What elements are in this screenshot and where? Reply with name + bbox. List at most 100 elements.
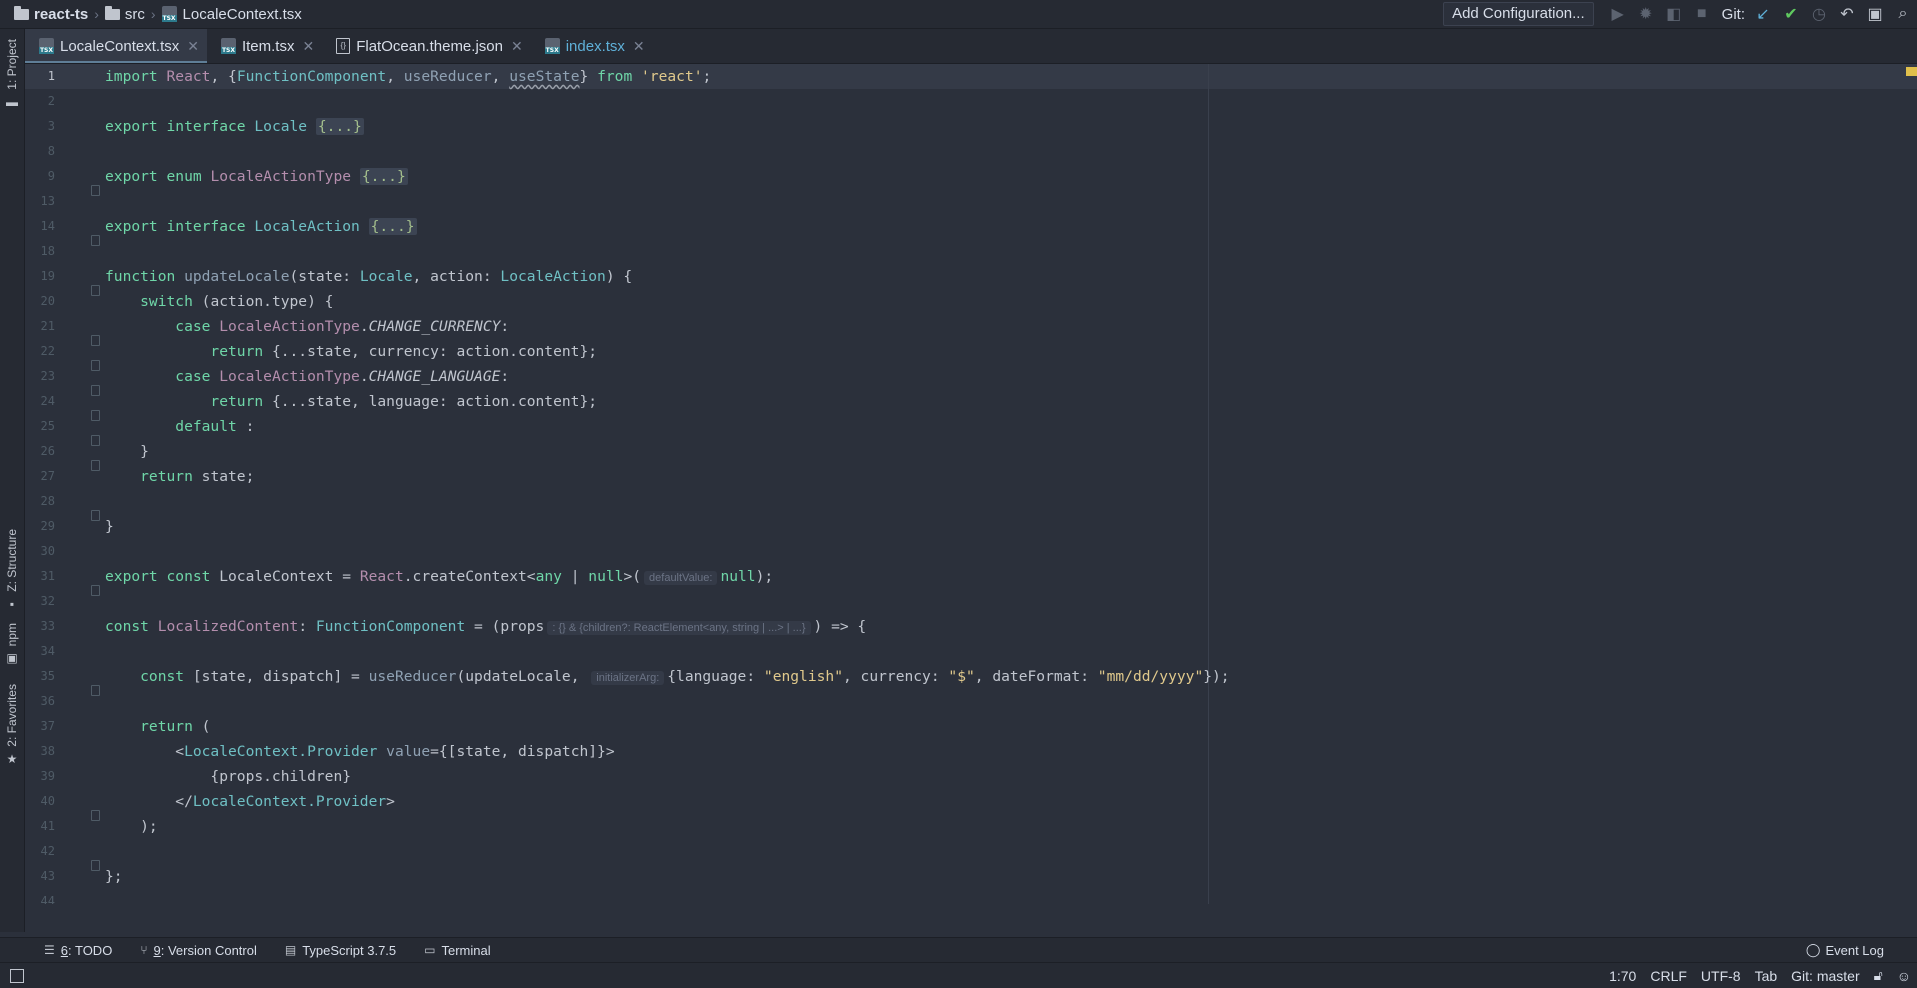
project-tab-label: 1: Project [5,39,19,90]
code-line: import React, {FunctionComponent, useRed… [105,68,712,85]
code-editor[interactable]: 1 2 3 8 9 13 14 18 19 20 21 22 23 24 25 … [25,64,1917,904]
line-number: 28 [40,494,55,508]
fold-toggle-icon[interactable] [91,860,100,871]
code-line: } [105,518,114,535]
caret-position[interactable]: 1:70 [1609,968,1636,984]
fold-toggle-icon[interactable] [91,585,100,596]
version-control-tool-button[interactable]: ⑂ 9: Version Control [140,943,257,958]
code-line: function updateLocale(state: Locale, act… [105,268,633,285]
fold-toggle-icon[interactable] [91,335,100,346]
indent-setting[interactable]: Tab [1755,968,1778,984]
vcs-label: : Version Control [160,942,257,958]
line-number: 25 [40,419,55,433]
tab-flatocean-theme[interactable]: {} FlatOcean.theme.json ✕ [322,29,530,63]
typescript-tool-button[interactable]: ▤ TypeScript 3.7.5 [285,943,396,958]
star-icon: ★ [6,751,18,766]
debug-icon[interactable]: ✹ [1632,0,1660,28]
tab-localecontext[interactable]: LocaleContext.tsx ✕ [25,29,207,63]
close-icon[interactable]: ✕ [633,38,645,55]
fold-toggle-icon[interactable] [91,285,100,296]
breadcrumb-file[interactable]: LocaleContext.tsx [183,6,302,23]
line-number: 13 [40,194,55,208]
code-line: <LocaleContext.Provider value={[state, d… [105,743,615,760]
todo-tool-button[interactable]: ☰ 6: TODO [44,943,112,958]
line-number: 9 [47,169,55,183]
toolbar: Add Configuration... ▶ ✹ ◧ ■ Git: ↙ ✔ ◷ … [1443,0,1917,28]
fold-toggle-icon[interactable] [91,410,100,421]
line-number: 39 [40,769,55,783]
tsx-file-icon [39,38,54,54]
typescript-icon: ▤ [284,943,297,957]
code-line: return {...state, language: action.conte… [105,393,598,410]
status-bar: 1:70 CRLF UTF-8 Tab Git: master 🔓︎ ☺ [0,962,1917,988]
line-number: 43 [40,869,55,883]
line-number: 30 [40,544,55,558]
line-number-gutter[interactable]: 1 2 3 8 9 13 14 18 19 20 21 22 23 24 25 … [25,64,100,904]
fold-toggle-icon[interactable] [91,385,100,396]
tab-label: LocaleContext.tsx [60,37,180,55]
run-icon[interactable]: ▶ [1604,0,1632,28]
speech-bubble-icon: ◯ [1805,942,1821,957]
fold-toggle-icon[interactable] [91,360,100,371]
line-number: 21 [40,319,55,333]
fold-toggle-icon[interactable] [91,460,100,471]
line-number: 24 [40,394,55,408]
file-encoding[interactable]: UTF-8 [1701,968,1741,984]
history-icon[interactable]: ◷ [1805,0,1833,28]
fold-toggle-icon[interactable] [91,510,100,521]
git-update-icon[interactable]: ↙ [1749,0,1777,28]
inspector-icon[interactable]: ☺ [1897,968,1911,984]
fold-toggle-icon[interactable] [91,185,100,196]
tab-index[interactable]: index.tsx ✕ [531,29,653,63]
search-icon[interactable]: ⌕ [1889,0,1917,28]
terminal-tool-button[interactable]: ▭ Terminal [424,943,490,958]
npm-tool-tab[interactable]: npm ▣ [0,623,24,664]
presentation-icon[interactable]: ▣ [1861,0,1889,28]
todo-label: : TODO [68,942,113,958]
coverage-icon[interactable]: ◧ [1660,0,1688,28]
folder-icon: ▬ [6,94,18,109]
code-area[interactable]: import React, {FunctionComponent, useRed… [105,64,1917,904]
code-line: export const LocaleContext = React.creat… [105,568,774,585]
folded-region[interactable]: {...} [359,168,408,185]
breadcrumb-project[interactable]: react-ts [34,6,88,23]
code-line: return ( [105,718,211,735]
close-icon[interactable]: ✕ [511,38,523,55]
add-configuration-button[interactable]: Add Configuration... [1443,2,1594,26]
code-line: {props.children} [105,768,352,785]
code-line: const [state, dispatch] = useReducer(upd… [105,668,1230,685]
breadcrumb-folder[interactable]: src [125,6,145,23]
fold-toggle-icon[interactable] [91,810,100,821]
fold-toggle-icon[interactable] [91,685,100,696]
rollback-icon[interactable]: ↶ [1833,0,1861,28]
json-file-icon: {} [336,38,351,54]
stop-icon[interactable]: ■ [1688,0,1716,28]
folded-region[interactable]: {...} [315,118,364,135]
line-number: 20 [40,294,55,308]
fold-toggle-icon[interactable] [91,235,100,246]
event-log-button[interactable]: ◯ Event Log [1806,942,1884,958]
structure-tool-tab[interactable]: Z: Structure ▪ [0,529,24,610]
close-icon[interactable]: ✕ [187,38,199,55]
line-number: 44 [40,894,55,904]
line-separator[interactable]: CRLF [1650,968,1687,984]
favorites-tool-tab[interactable]: 2: Favorites ★ [0,684,24,765]
line-number: 22 [40,344,55,358]
code-line: case LocaleActionType.CHANGE_LANGUAGE: [105,368,510,385]
line-number: 41 [40,819,55,833]
line-number: 26 [40,444,55,458]
lock-icon[interactable]: 🔓︎ [1874,967,1883,984]
close-icon[interactable]: ✕ [302,38,314,55]
folded-region[interactable]: {...} [368,218,417,235]
code-line: switch (action.type) { [105,293,334,310]
npm-tab-label: npm [5,623,19,647]
fold-toggle-icon[interactable] [91,435,100,446]
git-branch[interactable]: Git: master [1791,968,1859,984]
git-commit-icon[interactable]: ✔ [1777,0,1805,28]
code-line: default : [105,418,255,435]
parameter-hint: initializerArg: [591,671,665,685]
tab-item[interactable]: Item.tsx ✕ [207,29,322,63]
terminal-label: Terminal [441,942,491,958]
project-tool-tab[interactable]: 1: Project ▬ [0,39,24,108]
toggle-tool-windows-icon[interactable] [10,968,24,983]
